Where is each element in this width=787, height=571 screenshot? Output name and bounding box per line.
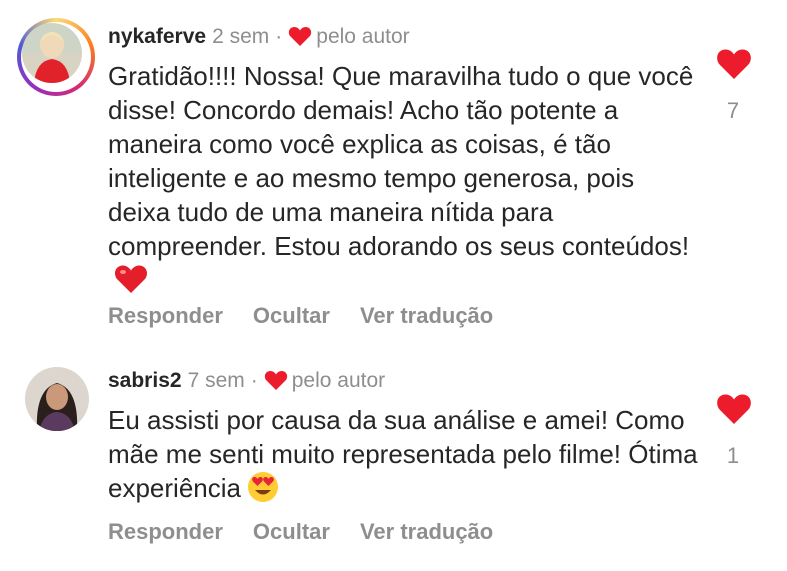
comment-meta: sabris2 7 sem · pelo autor — [108, 368, 385, 394]
comment-text: Gratidão!!!! Nossa! Que maravilha tudo o… — [108, 59, 698, 297]
comment-body: Eu assisti por causa da sua análise e am… — [108, 405, 698, 503]
comment-text: Eu assisti por causa da sua análise e am… — [108, 403, 698, 505]
username[interactable]: sabris2 — [108, 369, 182, 392]
heart-icon — [289, 26, 312, 46]
reply-button[interactable]: Responder — [108, 303, 223, 328]
red-heart-emoji — [114, 265, 148, 293]
avatar — [22, 23, 82, 83]
comment-meta: nykaferve 2 sem · pelo autor — [108, 24, 410, 50]
author-badge: pelo autor — [316, 25, 410, 48]
reply-button[interactable]: Responder — [108, 519, 223, 544]
comment-body: Gratidão!!!! Nossa! Que maravilha tudo o… — [108, 61, 694, 261]
avatar-story-ring[interactable] — [17, 18, 95, 96]
comment-item: sabris2 7 sem · pelo autor Eu assisti por c… — [0, 345, 787, 571]
heart-icon — [264, 370, 287, 390]
author-badge: pelo autor — [291, 369, 386, 392]
heart-eyes-emoji — [247, 472, 278, 502]
comment-actions: Responder Ocultar Ver tradução — [108, 519, 523, 545]
comment-actions: Responder Ocultar Ver tradução — [108, 303, 523, 329]
translate-button[interactable]: Ver tradução — [360, 303, 493, 328]
timestamp: 7 sem — [187, 369, 245, 392]
avatar[interactable] — [25, 367, 89, 431]
like-count: 7 — [726, 98, 740, 123]
like-heart-icon[interactable] — [716, 392, 752, 426]
comment-item: nykaferve 2 sem · pelo autor Gratidão!!!! N… — [0, 0, 787, 345]
hide-button[interactable]: Ocultar — [253, 303, 330, 328]
separator: · — [250, 369, 258, 392]
like-heart-icon[interactable] — [716, 47, 752, 81]
separator: · — [275, 25, 283, 48]
username[interactable]: nykaferve — [108, 25, 206, 48]
translate-button[interactable]: Ver tradução — [360, 519, 493, 544]
hide-button[interactable]: Ocultar — [253, 519, 330, 544]
timestamp: 2 sem — [212, 25, 270, 48]
like-count: 1 — [726, 443, 740, 468]
